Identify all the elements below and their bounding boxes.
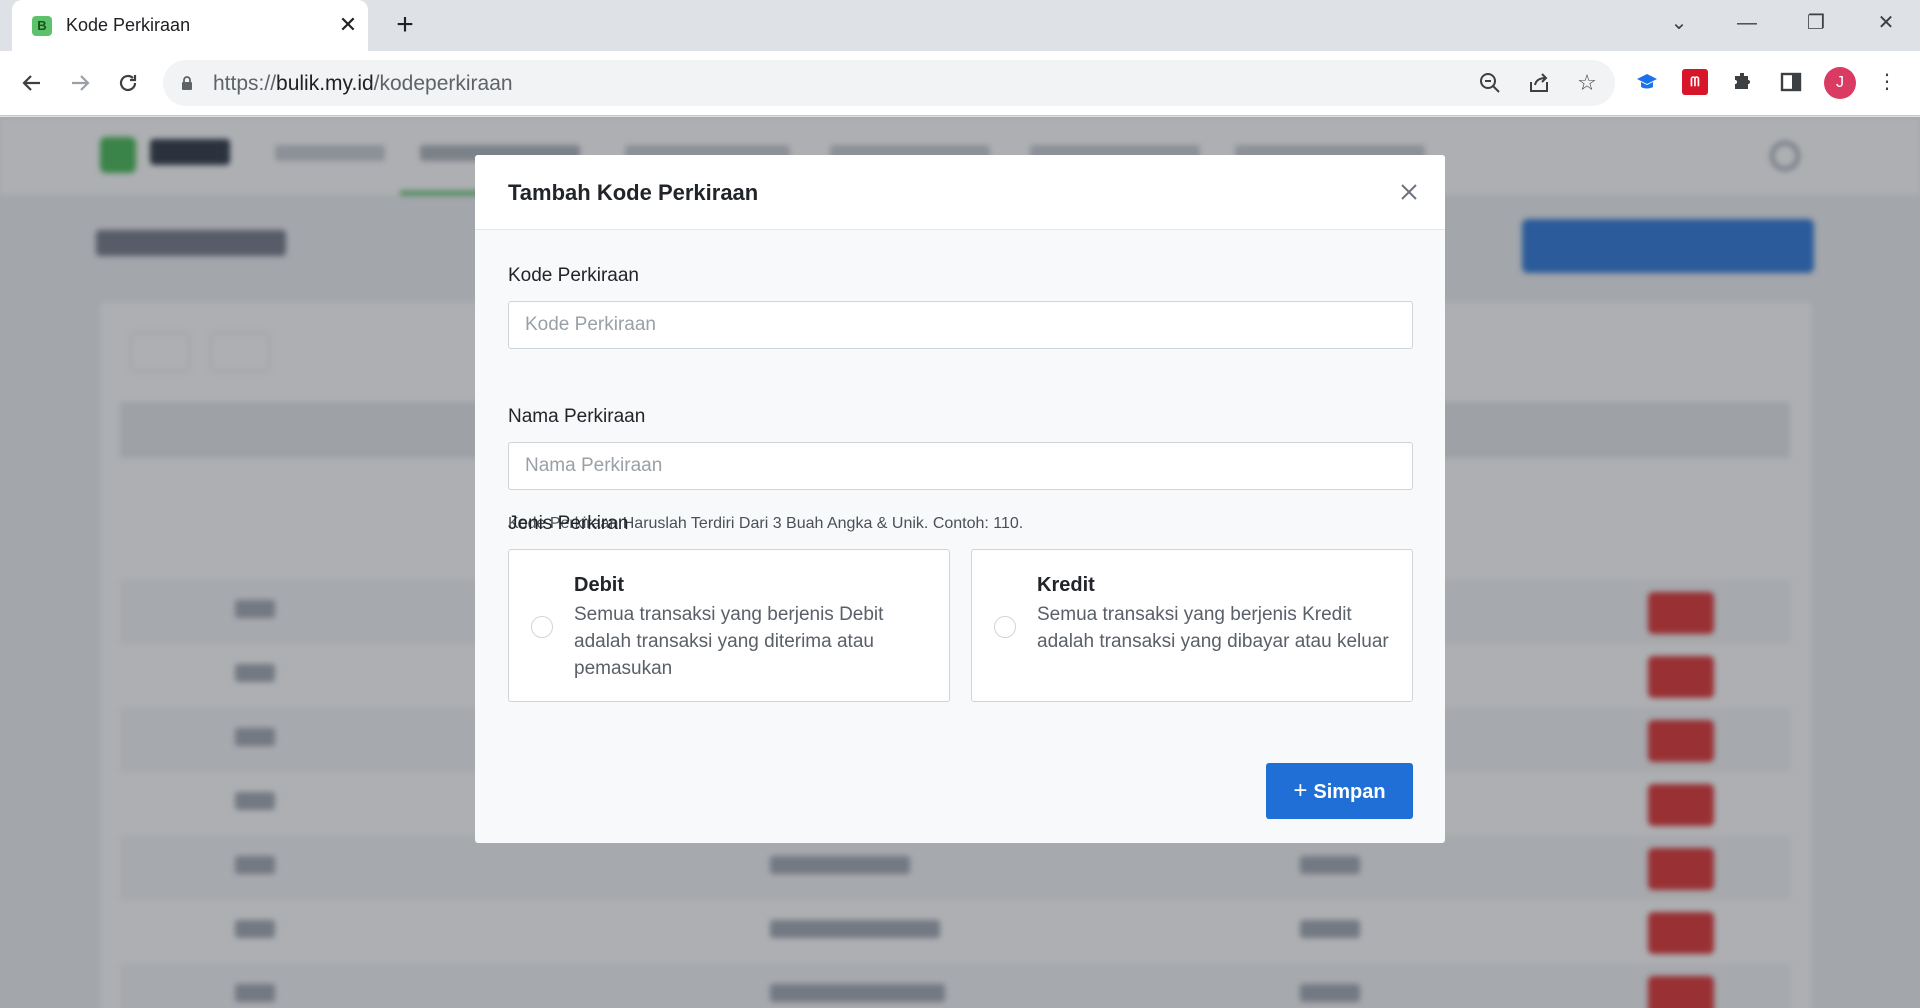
lock-icon xyxy=(182,76,192,90)
forward-icon[interactable] xyxy=(60,63,100,103)
nama-perkiraan-input[interactable] xyxy=(508,442,1413,490)
radio-debit-title: Debit xyxy=(574,574,624,596)
browser-tab[interactable]: B Kode Perkiraan ✕ xyxy=(12,0,368,51)
tab-search-icon[interactable]: ⌄ xyxy=(1659,8,1699,38)
radio-option-kredit[interactable]: Kredit Semua transaksi yang berjenis Kre… xyxy=(971,549,1413,702)
radio-kredit-title: Kredit xyxy=(1037,574,1095,596)
add-account-code-modal: Tambah Kode Perkiraan Kode Perkiraan Kod… xyxy=(475,155,1445,843)
puzzle-icon[interactable] xyxy=(1728,67,1758,97)
back-icon[interactable] xyxy=(12,63,52,103)
favicon-icon: B xyxy=(32,16,52,36)
extension-graduation-icon[interactable] xyxy=(1632,67,1662,97)
address-bar[interactable]: https://bulik.my.id/kodeperkiraan ☆ xyxy=(163,60,1615,106)
save-button-label: Simpan xyxy=(1313,781,1386,803)
browser-toolbar: https://bulik.my.id/kodeperkiraan ☆ ᗰ J … xyxy=(0,51,1920,116)
extension-mendeley-icon[interactable]: ᗰ xyxy=(1680,67,1710,97)
radio-kredit[interactable] xyxy=(994,616,1016,638)
minimize-icon[interactable]: — xyxy=(1727,8,1767,38)
url-text[interactable]: https://bulik.my.id/kodeperkiraan xyxy=(213,72,513,96)
save-button[interactable]: + Simpan xyxy=(1266,763,1413,819)
radio-debit[interactable] xyxy=(531,616,553,638)
nama-perkiraan-label: Nama Perkiraan xyxy=(508,406,646,427)
plus-icon: + xyxy=(1293,777,1308,804)
close-icon[interactable] xyxy=(1393,176,1425,208)
share-icon[interactable] xyxy=(1525,69,1553,97)
tab-title: Kode Perkiraan xyxy=(66,15,191,35)
radio-option-debit[interactable]: Debit Semua transaksi yang berjenis Debi… xyxy=(508,549,950,702)
modal-header: Tambah Kode Perkiraan xyxy=(475,155,1445,230)
tab-close-icon[interactable]: ✕ xyxy=(336,13,360,37)
modal-title: Tambah Kode Perkiraan xyxy=(508,180,759,205)
radio-debit-description: Semua transaksi yang berjenis Debit adal… xyxy=(574,604,884,679)
browser-tabstrip: B Kode Perkiraan ✕ + ⌄ — ❐ ✕ xyxy=(0,0,1920,51)
side-panel-icon[interactable] xyxy=(1776,67,1806,97)
star-icon[interactable]: ☆ xyxy=(1573,69,1601,97)
kode-perkiraan-input[interactable] xyxy=(508,301,1413,349)
window-close-icon[interactable]: ✕ xyxy=(1866,8,1906,38)
reload-icon[interactable] xyxy=(108,63,148,103)
profile-avatar[interactable]: J xyxy=(1824,67,1856,99)
kebab-menu-icon[interactable]: ⋮ xyxy=(1872,67,1902,97)
new-tab-icon[interactable]: + xyxy=(390,10,420,41)
zoom-out-icon[interactable] xyxy=(1476,69,1504,97)
radio-kredit-description: Semua transaksi yang berjenis Kredit ada… xyxy=(1037,604,1389,652)
restore-icon[interactable]: ❐ xyxy=(1796,8,1836,38)
kode-perkiraan-label: Kode Perkiraan xyxy=(508,265,639,286)
jenis-perkiraan-label: Jenis Perkiran xyxy=(508,513,629,534)
